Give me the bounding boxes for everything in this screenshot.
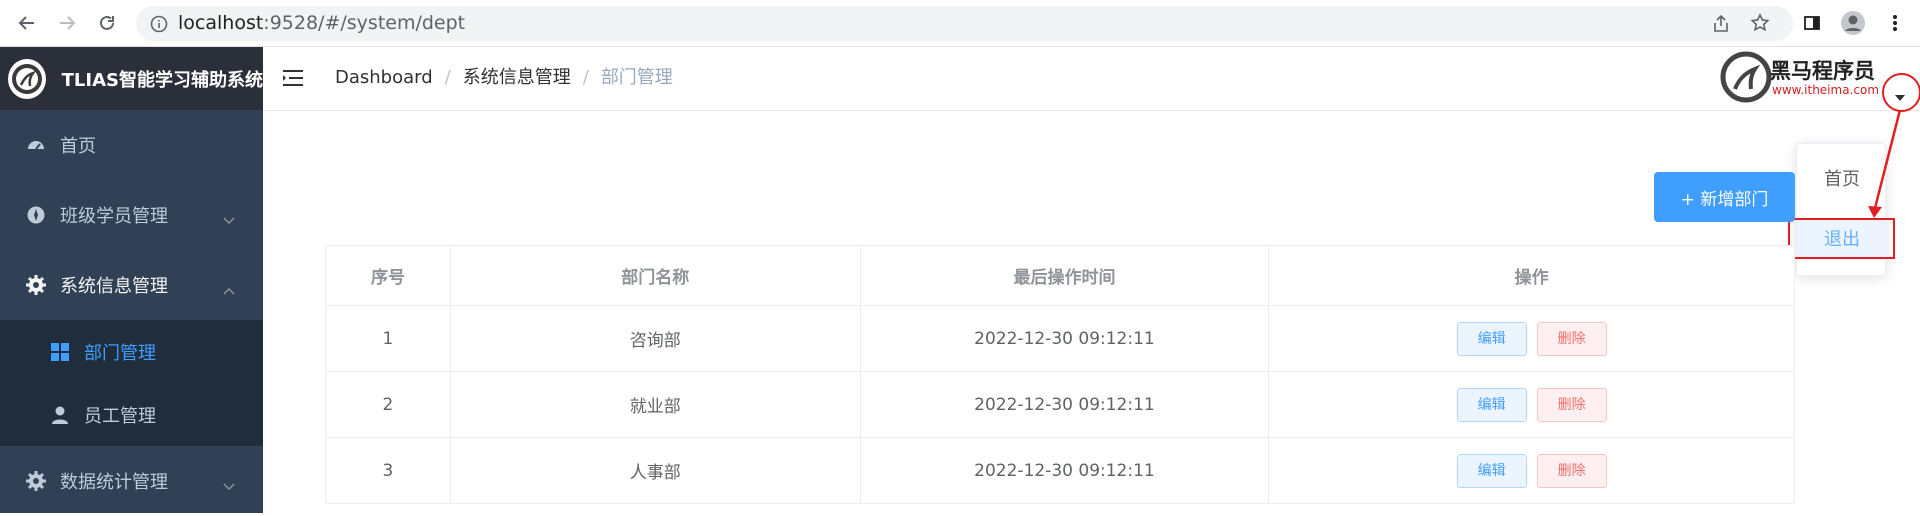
chevron-up-icon bbox=[223, 279, 235, 300]
annotation-arrow bbox=[1868, 109, 1902, 218]
itheima-logo[interactable]: 黑马程序员 www.itheima.com bbox=[1720, 51, 1884, 105]
column-header-time: 最后操作时间 bbox=[859, 245, 1270, 306]
sidebar-brand: TLIAS智能学习辅助系统 bbox=[0, 47, 263, 110]
add-department-button[interactable]: + 新增部门 bbox=[1654, 172, 1795, 222]
more-menu-icon[interactable] bbox=[1880, 8, 1910, 38]
sidebar-item-label: 首页 bbox=[60, 136, 96, 157]
cell-name: 人事部 bbox=[449, 437, 861, 504]
cell-index: 1 bbox=[325, 305, 451, 372]
hamburger-icon[interactable] bbox=[283, 68, 305, 92]
logo-icon bbox=[8, 58, 46, 99]
breadcrumb-system-info[interactable]: 系统信息管理 bbox=[463, 67, 571, 88]
cell-time: 2022-12-30 09:12:11 bbox=[859, 305, 1270, 372]
horse-logo-icon bbox=[1720, 51, 1772, 103]
dashboard-icon bbox=[24, 135, 48, 155]
sidebar-item-label: 系统信息管理 bbox=[60, 276, 168, 297]
cell-name: 就业部 bbox=[449, 371, 861, 438]
edit-button[interactable]: 编辑 bbox=[1456, 321, 1527, 356]
sidebar-item-label: 数据统计管理 bbox=[60, 472, 168, 493]
reload-icon[interactable] bbox=[92, 8, 122, 38]
share-icon[interactable] bbox=[1711, 14, 1731, 38]
table-header-row: 序号 部门名称 最后操作时间 操作 bbox=[325, 245, 1795, 306]
table-row: 1 咨询部 2022-12-30 09:12:11 编辑 删除 bbox=[325, 305, 1795, 372]
cell-time: 2022-12-30 09:12:11 bbox=[859, 437, 1270, 504]
app-title: TLIAS智能学习辅助系统 bbox=[61, 69, 263, 91]
department-table: 序号 部门名称 最后操作时间 操作 1 咨询部 2022-12-30 09:12… bbox=[325, 245, 1795, 504]
column-header-actions: 操作 bbox=[1268, 245, 1795, 306]
table-row: 2 就业部 2022-12-30 09:12:11 编辑 删除 bbox=[325, 371, 1795, 438]
chevron-down-icon bbox=[223, 475, 235, 496]
url-text: localhost:9528/#/system/dept bbox=[178, 6, 465, 41]
sidebar-item-label: 部门管理 bbox=[84, 342, 156, 364]
url-path: :9528/#/system/dept bbox=[263, 12, 466, 34]
edit-button[interactable]: 编辑 bbox=[1456, 387, 1527, 422]
sidebar-item-label: 员工管理 bbox=[84, 405, 156, 427]
grid-icon bbox=[48, 342, 72, 361]
delete-button[interactable]: 删除 bbox=[1536, 387, 1607, 422]
breadcrumb-separator: / bbox=[444, 67, 451, 88]
table-row: 3 人事部 2022-12-30 09:12:11 编辑 删除 bbox=[325, 437, 1795, 504]
breadcrumb-separator: / bbox=[582, 67, 589, 88]
bookmark-star-icon[interactable] bbox=[1750, 13, 1770, 37]
back-icon[interactable] bbox=[12, 8, 42, 38]
compass-icon bbox=[24, 205, 48, 225]
sidebar: TLIAS智能学习辅助系统 首页 班级学员管理 系统信息管理 部门管理 员工管理… bbox=[0, 47, 263, 513]
breadcrumb-current: 部门管理 bbox=[600, 67, 673, 88]
brand-name: 黑马程序员 bbox=[1770, 59, 1875, 83]
sidebar-item-class-student[interactable]: 班级学员管理 bbox=[0, 180, 263, 250]
delete-button[interactable]: 删除 bbox=[1536, 453, 1607, 488]
gear-icon bbox=[24, 274, 48, 296]
gear-icon bbox=[24, 470, 48, 492]
annotation-box bbox=[1788, 218, 1895, 259]
cell-actions: 编辑 删除 bbox=[1268, 371, 1795, 438]
profile-avatar-icon[interactable] bbox=[1838, 8, 1868, 38]
delete-button[interactable]: 删除 bbox=[1536, 321, 1607, 356]
column-header-name: 部门名称 bbox=[449, 245, 861, 306]
brand-url: www.itheima.com bbox=[1772, 83, 1880, 97]
sidebar-item-data-stats[interactable]: 数据统计管理 bbox=[0, 446, 263, 516]
edit-button[interactable]: 编辑 bbox=[1456, 453, 1527, 488]
cell-index: 2 bbox=[325, 371, 451, 438]
sidebar-item-system-info[interactable]: 系统信息管理 bbox=[0, 250, 263, 320]
info-icon[interactable] bbox=[150, 15, 168, 37]
sidebar-item-dept[interactable]: 部门管理 bbox=[0, 320, 263, 383]
browser-toolbar: localhost:9528/#/system/dept bbox=[0, 0, 1920, 47]
cell-actions: 编辑 删除 bbox=[1268, 305, 1795, 372]
cell-actions: 编辑 删除 bbox=[1268, 437, 1795, 504]
forward-icon[interactable] bbox=[52, 8, 82, 38]
column-header-index: 序号 bbox=[325, 245, 451, 306]
address-bar[interactable]: localhost:9528/#/system/dept bbox=[136, 6, 1793, 41]
sidebar-item-employee[interactable]: 员工管理 bbox=[0, 383, 263, 446]
user-icon bbox=[48, 406, 72, 424]
cell-time: 2022-12-30 09:12:11 bbox=[859, 371, 1270, 438]
breadcrumb-dashboard[interactable]: Dashboard bbox=[335, 67, 433, 88]
side-panel-icon[interactable] bbox=[1797, 8, 1827, 38]
cell-name: 咨询部 bbox=[449, 305, 861, 372]
sidebar-item-home[interactable]: 首页 bbox=[0, 110, 263, 180]
top-navbar: Dashboard / 系统信息管理 / 部门管理 黑马程序员 www.itheima.… bbox=[263, 47, 1920, 111]
breadcrumb: Dashboard / 系统信息管理 / 部门管理 bbox=[335, 47, 673, 109]
chevron-down-icon bbox=[223, 209, 235, 230]
sidebar-item-label: 班级学员管理 bbox=[60, 206, 168, 227]
cell-index: 3 bbox=[325, 437, 451, 504]
url-host: localhost bbox=[178, 12, 264, 34]
